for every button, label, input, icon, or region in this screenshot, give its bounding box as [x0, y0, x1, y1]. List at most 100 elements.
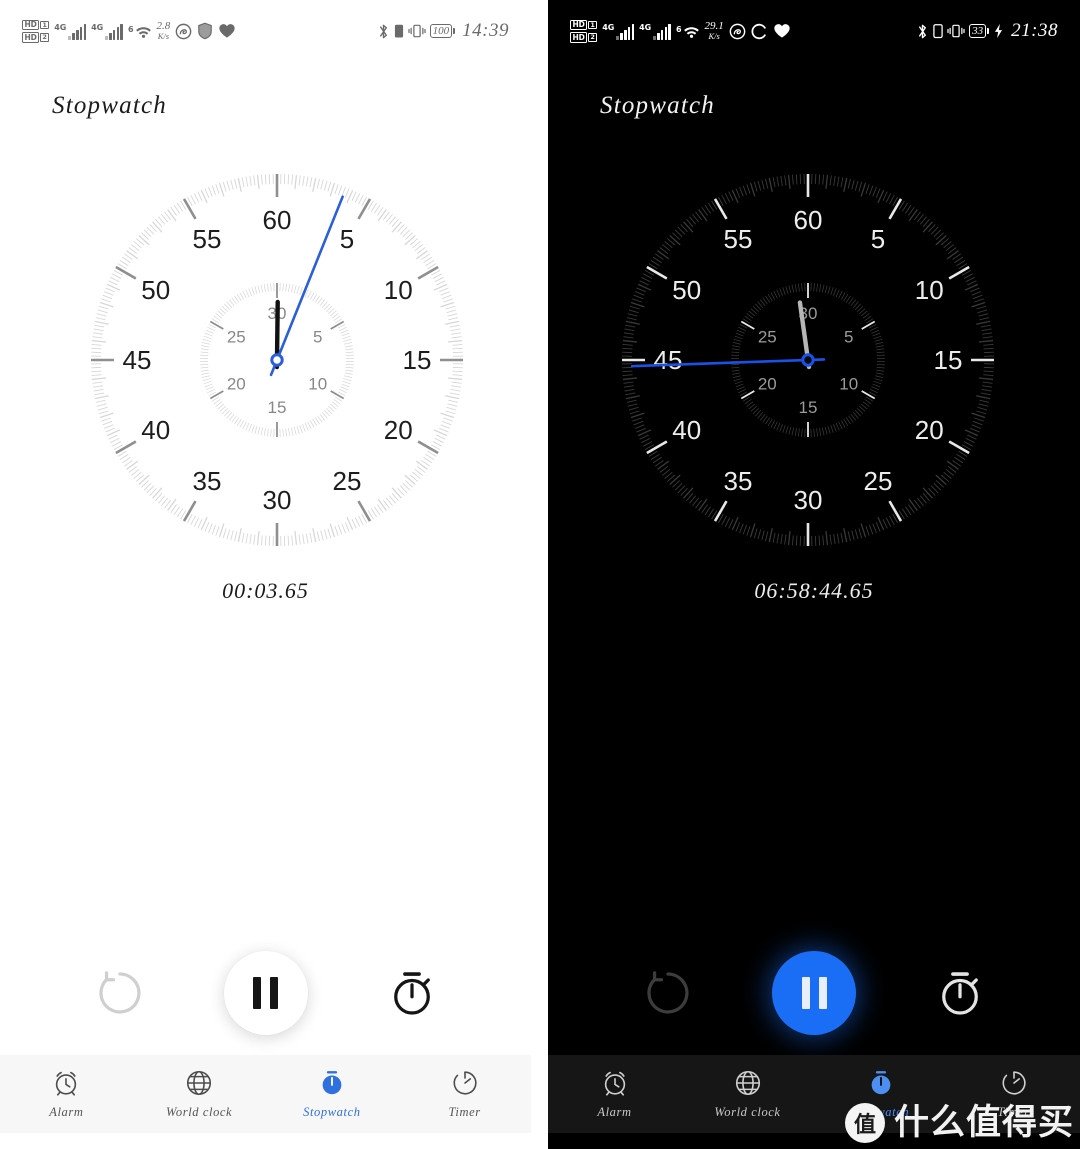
nav-label: World clock: [714, 1105, 781, 1119]
dial-number: 35: [193, 466, 222, 496]
subdial-number: 5: [313, 328, 322, 347]
status-clock: 14:39: [462, 20, 509, 41]
pause-button[interactable]: [772, 951, 856, 1035]
nav-item-world-clock[interactable]: World clock: [681, 1068, 814, 1120]
signal-icon-1: 4G: [54, 22, 87, 40]
wifi-glyph: [683, 26, 699, 38]
sim-label: 1: [588, 20, 598, 29]
sim-battery-icon: [933, 24, 943, 39]
page-title: Stopwatch: [52, 92, 167, 119]
nav-item-world-clock[interactable]: World clock: [133, 1068, 266, 1120]
status-bar-right: 33 21:38: [916, 20, 1058, 42]
nav-label: Alarm: [597, 1105, 632, 1119]
stopwatch-dial-dark[interactable]: 30 5 10 15 20 25 60 5 10 15 20 25 30 35 40 45 50 55: [622, 174, 994, 546]
page-title: Stopwatch: [600, 92, 715, 119]
heart-icon: [219, 24, 235, 38]
network-speed-unit: K/s: [157, 31, 170, 42]
nav-label: Stopwatch: [851, 1105, 910, 1119]
signal-bars: [68, 23, 87, 40]
status-bar-right: 100 14:39: [377, 20, 509, 42]
wifi-generation-label: 6: [127, 24, 134, 34]
network-type-label: 4G: [602, 22, 615, 32]
globe-icon: [735, 1070, 760, 1096]
volte-sim1: HD 1: [22, 19, 50, 30]
dial-number: 45: [654, 345, 683, 375]
network-type-label: 4G: [91, 22, 104, 32]
hd-label: HD: [22, 32, 40, 43]
sync-icon: [751, 23, 766, 39]
subdial-number: 25: [227, 328, 246, 347]
dial-number: 60: [263, 205, 292, 235]
nav-item-alarm[interactable]: Alarm: [0, 1068, 133, 1120]
nav-item-stopwatch[interactable]: Stopwatch: [814, 1068, 947, 1120]
timer-icon: [453, 1071, 477, 1095]
nav-item-timer[interactable]: Timer: [947, 1068, 1080, 1120]
wifi-icon: 6: [128, 24, 152, 39]
music-icon: [729, 23, 746, 39]
dial-number: 15: [403, 345, 432, 375]
reset-button[interactable]: [642, 967, 694, 1019]
subdial-number: 10: [308, 375, 327, 394]
nav-item-stopwatch[interactable]: Stopwatch: [266, 1068, 399, 1120]
dial-number: 45: [123, 345, 152, 375]
nav-label: Stopwatch: [303, 1105, 361, 1119]
bottom-navigation: Alarm World clock Stopwatch Timer: [0, 1055, 531, 1133]
status-bar: HD 1 HD 2 4G 4G: [0, 0, 531, 62]
dial-number: 60: [794, 205, 823, 235]
lap-button[interactable]: [934, 967, 986, 1019]
dial-number: 10: [915, 275, 944, 305]
network-speed: 2.8 K/s: [157, 20, 171, 42]
hand-hub: [801, 353, 815, 367]
volte-sim2: HD 2: [22, 32, 50, 43]
stopwatch-dial-light[interactable]: 30510152025 60510152025303540455055: [91, 174, 463, 546]
status-bar: HD 1 HD 2 4G 4G: [548, 0, 1080, 62]
signal-bars: [653, 23, 671, 40]
dial-number: 5: [871, 224, 885, 254]
dial-number: 5: [340, 224, 354, 254]
volte-sim2: HD 2: [570, 32, 598, 43]
battery-indicator: 33: [969, 24, 990, 38]
battery-cap: [987, 28, 990, 34]
status-bar-left: HD 1 HD 2 4G 4G: [570, 19, 791, 43]
lap-button[interactable]: [386, 967, 438, 1019]
dial-number: 15: [934, 345, 963, 375]
battery-level-label: 100: [432, 24, 450, 37]
bluetooth-icon: [919, 24, 927, 38]
subdial-number: 15: [268, 398, 287, 417]
sim-label: 2: [588, 33, 598, 42]
stopwatch-icon: [322, 1071, 342, 1095]
battery-level-label: 33: [972, 24, 984, 37]
battery-icon: 100: [429, 24, 453, 38]
dial-number: 30: [263, 485, 292, 515]
battery-cap: [453, 28, 456, 34]
dial-number: 50: [672, 275, 701, 305]
screen-dark: HD 1 HD 2 4G 4G 6 29.1 K/s 33 21:38 Stop…: [548, 0, 1080, 1149]
reset-icon: [98, 971, 141, 1014]
hd-label: HD: [570, 32, 588, 43]
volte-indicators: HD 1 HD 2: [570, 19, 598, 43]
music-icon: [175, 23, 192, 39]
nav-label: World clock: [166, 1105, 233, 1119]
signal-icon-2: 4G: [639, 23, 671, 40]
nav-item-alarm[interactable]: Alarm: [548, 1068, 681, 1120]
signal-bars: [616, 23, 635, 40]
stopwatch-icon: [871, 1071, 890, 1095]
network-type-label: 4G: [54, 22, 67, 32]
phone-panel-dark: HD 1 HD 2 4G 4G 6 29.1 K/s 33 21:38 Stop…: [548, 0, 1080, 1149]
network-type-label: 4G: [639, 22, 652, 32]
pause-icon: [801, 977, 827, 1009]
shield-icon: [198, 22, 213, 40]
reset-button[interactable]: [94, 967, 146, 1019]
subdial-number: 5: [844, 328, 853, 347]
nav-item-timer[interactable]: Timer: [398, 1068, 531, 1120]
dial-number: 25: [333, 466, 362, 496]
wifi-glyph: [135, 26, 151, 38]
pause-button[interactable]: [223, 951, 308, 1035]
bluetooth-icon: [379, 24, 387, 38]
subdial-number: 20: [227, 375, 246, 394]
network-speed: 29.1 K/s: [705, 20, 724, 41]
sim-battery-icon: [394, 24, 403, 38]
subdial-number: 15: [799, 398, 818, 417]
dial-svg: 30510152025 60510152025303540455055: [622, 174, 994, 546]
pause-icon: [253, 977, 278, 1009]
